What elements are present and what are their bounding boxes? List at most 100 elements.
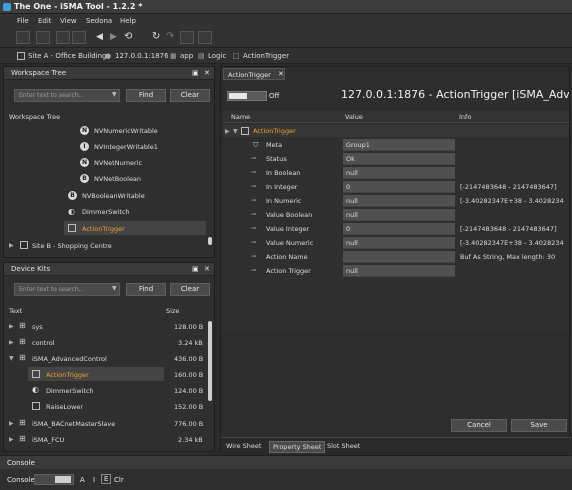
menu-file[interactable]: File: [17, 17, 29, 25]
console-input[interactable]: [34, 474, 74, 485]
history-icon[interactable]: ⟲: [124, 31, 132, 42]
tree-item-nvbooleanwritable[interactable]: NVBooleanWritable: [82, 192, 145, 200]
breadcrumb-device[interactable]: 127.0.0.1:1876: [115, 52, 169, 60]
console-filter-a[interactable]: A: [80, 476, 85, 484]
kit-row-isma-advancedcontrol[interactable]: iSMA_AdvancedControl: [32, 355, 107, 363]
menu-edit[interactable]: Edit: [38, 17, 52, 25]
save-button[interactable]: Save: [511, 419, 567, 432]
tab-wire-sheet[interactable]: Wire Sheet: [226, 442, 261, 450]
property-root-row[interactable]: ▶ ▼ ActionTrigger: [223, 125, 569, 137]
console-label: Console: [7, 476, 35, 484]
cancel-button[interactable]: Cancel: [451, 419, 507, 432]
breadcrumb-app[interactable]: app: [180, 52, 193, 60]
property-value-meta[interactable]: Group1: [343, 139, 455, 151]
workspace-find-button[interactable]: Find: [126, 89, 166, 102]
back-arrow-icon[interactable]: ◀: [96, 32, 103, 42]
expand-arrow-icon[interactable]: ▶: [9, 339, 14, 346]
menu-help[interactable]: Help: [120, 17, 136, 25]
editor-tab[interactable]: ActionTrigger ✕: [223, 68, 285, 80]
close-tab-icon[interactable]: ✕: [278, 70, 284, 78]
workspace-tree-label: Workspace Tree: [9, 113, 61, 121]
close-icon[interactable]: ✕: [204, 69, 210, 77]
console-clear-button[interactable]: Clr: [114, 476, 124, 484]
devicekits-search-input[interactable]: Enter text to search...: [14, 283, 120, 296]
breadcrumb-site[interactable]: Site A - Office Building: [28, 52, 106, 60]
numeric-icon: N: [80, 158, 89, 167]
console-filter-i[interactable]: I: [93, 476, 95, 484]
workspace-clear-button[interactable]: Clear: [170, 89, 210, 102]
kit-row-isma-fcu[interactable]: iSMA_FCU: [32, 436, 64, 444]
tree-item-actiontrigger[interactable]: ActionTrigger: [82, 225, 125, 233]
grid-icon[interactable]: [56, 31, 70, 44]
column-header-size[interactable]: Size: [166, 307, 179, 315]
tree-item-nvintegerwritable1[interactable]: NVIntegerWritable1: [94, 143, 158, 151]
tree-item-nvnetnumeric[interactable]: NVNetNumeric: [94, 159, 142, 167]
expand-arrow-icon[interactable]: ▶: [9, 436, 14, 443]
slot-icon: ⊸: [251, 155, 257, 162]
tree-item-nvnetboolean[interactable]: NVNetBoolean: [94, 175, 141, 183]
toggle-switch[interactable]: [227, 91, 267, 101]
column-header-value[interactable]: Value: [345, 113, 363, 121]
toggle-knob: [229, 93, 247, 99]
property-value-in-boolean[interactable]: null: [343, 167, 455, 179]
menu-sedona[interactable]: Sedona: [86, 17, 112, 25]
property-value-value-integer[interactable]: 0: [343, 223, 455, 235]
workspace-search-input[interactable]: Enter text to search...: [14, 89, 120, 102]
save-icon[interactable]: [16, 31, 30, 44]
forward-arrow-icon[interactable]: ▶: [110, 32, 117, 42]
devicekits-clear-button[interactable]: Clear: [170, 283, 210, 296]
breadcrumb-component[interactable]: ActionTrigger: [243, 52, 289, 60]
upload-icon[interactable]: [198, 31, 212, 44]
kit-row-raiselower[interactable]: RaiseLower: [46, 403, 83, 411]
redo-icon[interactable]: ↷: [166, 31, 174, 42]
tree-item-site-b[interactable]: Site B - Shopping Centre: [32, 242, 112, 250]
menu-view[interactable]: View: [60, 17, 77, 25]
expand-arrow-icon[interactable]: ▶: [9, 323, 14, 330]
settings-icon[interactable]: [72, 31, 86, 44]
console-filter-e[interactable]: E: [101, 474, 112, 484]
kit-row-control[interactable]: control: [32, 339, 55, 347]
chevron-down-icon[interactable]: ▼: [112, 91, 117, 98]
tab-property-sheet[interactable]: Property Sheet: [269, 441, 326, 453]
workspace-panel-header: Workspace Tree ▣ ✕: [4, 67, 214, 80]
property-value-action-trigger[interactable]: null: [343, 265, 455, 277]
kit-row-isma-bacnetmasterslave[interactable]: iSMA_BACnetMasterSlave: [32, 420, 115, 428]
tree-item-dimmerswitch[interactable]: DimmerSwitch: [82, 208, 130, 216]
breadcrumb-logic[interactable]: Logic: [208, 52, 226, 60]
tree-item-nvnumericwritable[interactable]: NVNumericWritable: [94, 127, 158, 135]
property-info-in-numeric: [-3.40282347E+38 - 3.4028234: [460, 197, 564, 205]
component-icon: □: [233, 52, 240, 60]
collapse-arrow-icon[interactable]: ▼: [233, 128, 238, 135]
column-header-text[interactable]: Text: [9, 307, 22, 315]
expand-arrow-icon[interactable]: ▶: [9, 420, 14, 427]
expand-arrow-icon[interactable]: ▶: [9, 242, 14, 249]
kit-size-isma-bacnetmasterslave: 776.00 B: [174, 420, 204, 428]
breadcrumb: Site A - Office Building ● 127.0.0.1:187…: [0, 48, 572, 64]
expand-arrow-icon[interactable]: ▶: [225, 128, 230, 135]
property-info-action-trigger: [457, 265, 569, 277]
column-header-info[interactable]: Info: [459, 113, 471, 121]
property-value-value-numeric[interactable]: null: [343, 237, 455, 249]
restore-icon[interactable]: ▣: [192, 69, 199, 77]
kit-row-actiontrigger[interactable]: ActionTrigger: [46, 371, 89, 379]
devicekits-scrollbar[interactable]: [208, 321, 212, 401]
property-value-in-numeric[interactable]: null: [343, 195, 455, 207]
property-info-in-boolean: [457, 167, 569, 179]
collapse-arrow-icon[interactable]: ▼: [9, 355, 14, 362]
workspace-scrollbar[interactable]: [208, 237, 212, 245]
chevron-down-icon[interactable]: ▼: [112, 285, 117, 292]
restore-icon[interactable]: ▣: [192, 265, 199, 273]
property-value-value-boolean[interactable]: null: [343, 209, 455, 221]
tab-slot-sheet[interactable]: Slot Sheet: [327, 442, 360, 450]
property-value-action-name[interactable]: [343, 251, 455, 263]
kit-row-dimmerswitch[interactable]: DimmerSwitch: [46, 387, 94, 395]
column-header-name[interactable]: Name: [231, 113, 250, 121]
close-icon[interactable]: ✕: [204, 265, 210, 273]
save-all-icon[interactable]: [36, 31, 50, 44]
component-icon[interactable]: [180, 31, 194, 44]
kit-row-sys[interactable]: sys: [32, 323, 43, 331]
property-value-status[interactable]: Ok: [343, 153, 455, 165]
refresh-icon[interactable]: ↻: [152, 31, 160, 42]
devicekits-find-button[interactable]: Find: [126, 283, 166, 296]
property-value-in-integer[interactable]: 0: [343, 181, 455, 193]
